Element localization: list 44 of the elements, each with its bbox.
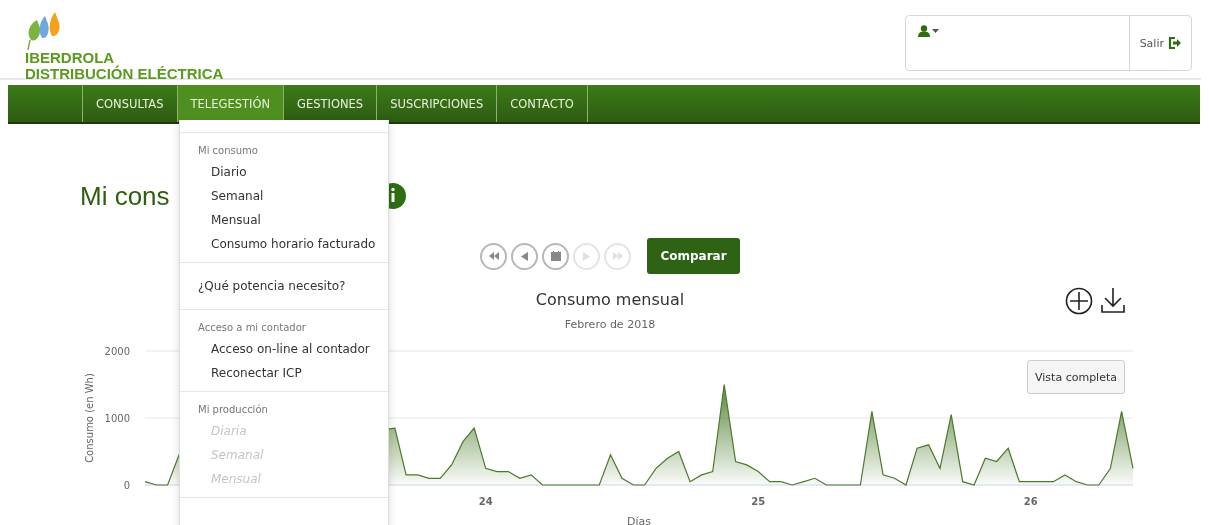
y-tick-label: 0 bbox=[123, 480, 130, 491]
logout-button[interactable]: Salir bbox=[1129, 16, 1191, 70]
navigation-button[interactable] bbox=[511, 242, 538, 270]
x-tick-label: 26 bbox=[1023, 496, 1038, 507]
menu-item[interactable]: Acceso on-line al contador bbox=[180, 337, 388, 361]
next-icon bbox=[583, 251, 590, 261]
menu-item[interactable]: Semanal bbox=[180, 184, 388, 208]
menu-item[interactable]: Mensual bbox=[180, 208, 388, 232]
chart-title: Consumo mensual bbox=[535, 290, 685, 309]
page-title: Mi cons bbox=[80, 180, 170, 212]
nav-tab[interactable]: CONTACTO bbox=[496, 85, 588, 122]
user-icon bbox=[917, 25, 930, 37]
menu-item[interactable]: ¿Qué potencia necesito? bbox=[180, 274, 388, 298]
fast-forward-icon bbox=[612, 252, 623, 260]
x-tick-label: 24 bbox=[478, 496, 493, 507]
y-tick-label: 2000 bbox=[104, 346, 130, 357]
user-menu-button[interactable] bbox=[917, 25, 939, 37]
plus-circle-icon bbox=[1065, 287, 1093, 315]
menu-item[interactable]: Diario bbox=[180, 160, 388, 184]
logo-text: DISTRIBUCIÓN ELÉCTRICA bbox=[25, 66, 224, 82]
y-axis-title: Consumo (en Wh) bbox=[84, 373, 95, 463]
menu-section-header: Mi consumo bbox=[197, 145, 259, 158]
logo-text: IBERDROLA bbox=[25, 50, 115, 66]
download-button[interactable] bbox=[1101, 287, 1125, 315]
calendar-icon bbox=[550, 251, 561, 261]
x-tick-label: 25 bbox=[751, 496, 766, 507]
nav-tab[interactable]: CONSULTAS bbox=[82, 85, 177, 122]
x-axis-title: Días bbox=[627, 515, 651, 525]
menu-section-header: Mi producción bbox=[197, 404, 269, 417]
calendar-button[interactable] bbox=[542, 242, 569, 270]
y-tick-label: 1000 bbox=[104, 413, 130, 424]
chart-subtitle: Febrero de 2018 bbox=[564, 318, 656, 331]
download-icon bbox=[1101, 287, 1125, 313]
caret-icon bbox=[931, 29, 939, 33]
navigation-button[interactable] bbox=[480, 242, 507, 270]
previous-icon bbox=[521, 251, 528, 261]
logout-icon bbox=[1168, 37, 1181, 49]
compare-button[interactable]: Comparar bbox=[647, 238, 740, 274]
menu-section-header: Acceso a mi contador bbox=[197, 322, 307, 335]
rewind-icon bbox=[488, 252, 499, 260]
menu-item[interactable]: Consumo horario facturado bbox=[180, 232, 388, 256]
menu-item[interactable]: Reconectar ICP bbox=[180, 361, 388, 385]
zoom-in-button[interactable] bbox=[1065, 287, 1093, 315]
full-view-button[interactable]: Vista completa bbox=[1027, 360, 1125, 394]
